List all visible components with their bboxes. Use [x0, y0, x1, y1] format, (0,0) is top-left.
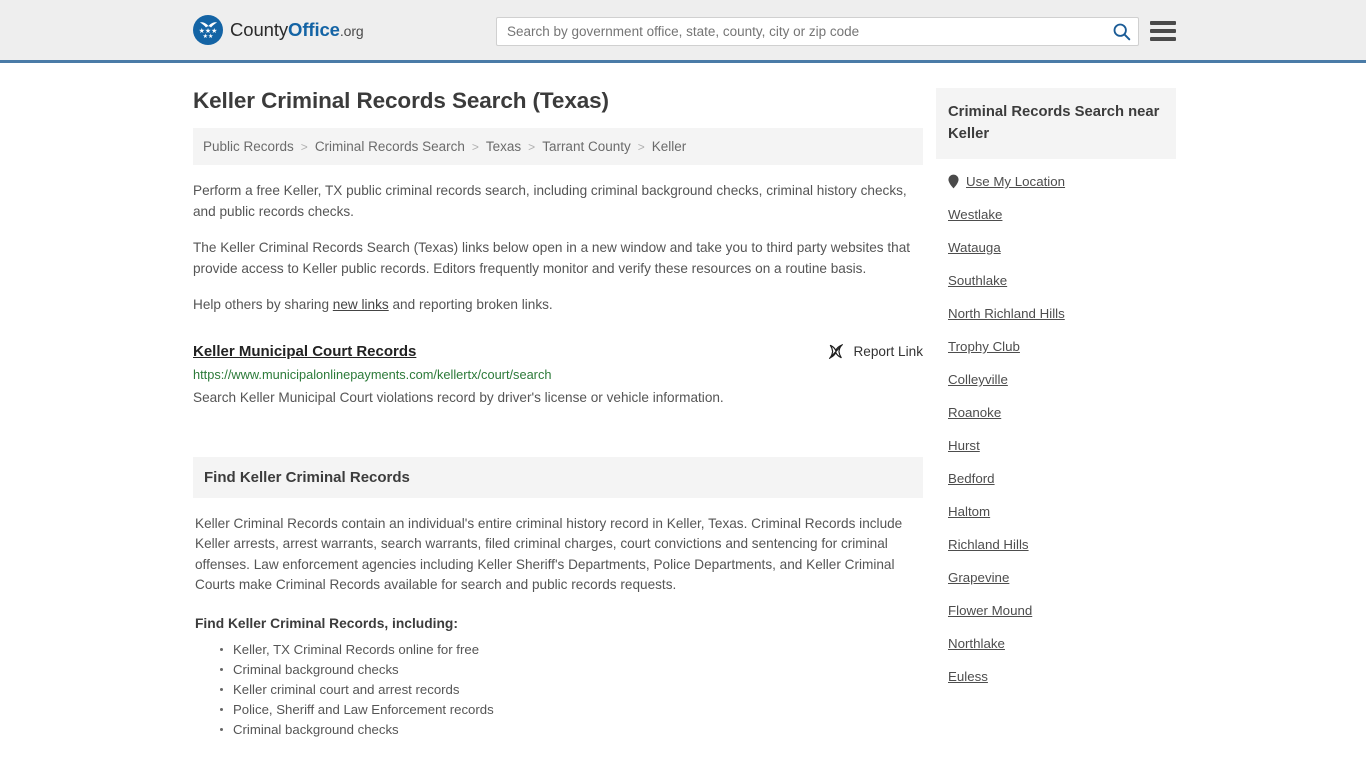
sidebar-item-hurst[interactable]: Hurst	[936, 429, 1176, 462]
sidebar-link[interactable]: Trophy Club	[948, 339, 1020, 354]
new-links-link[interactable]: new links	[333, 297, 389, 312]
breadcrumb-item-criminal-records-search[interactable]: Criminal Records Search	[315, 139, 465, 154]
sidebar-item-euless[interactable]: Euless	[936, 660, 1176, 693]
sidebar-item-southlake[interactable]: Southlake	[936, 264, 1176, 297]
site-header: ★★★ ★★ CountyOffice.org	[0, 0, 1366, 63]
list-item: Criminal background checks	[220, 720, 921, 740]
report-link-button[interactable]: Report Link	[828, 343, 923, 360]
brand-suffix: .org	[339, 23, 364, 39]
breadcrumb-item-keller: Keller	[651, 139, 687, 154]
sidebar: Criminal Records Search near Keller Use …	[936, 63, 1176, 740]
use-my-location-link[interactable]: Use My Location	[966, 174, 1065, 189]
sidebar-link[interactable]: Haltom	[948, 504, 990, 519]
result-title-link[interactable]: Keller Municipal Court Records	[193, 343, 416, 360]
hamburger-bar	[1150, 29, 1176, 33]
sidebar-link[interactable]: Hurst	[948, 438, 980, 453]
breadcrumb-separator-icon: >	[528, 139, 536, 154]
breadcrumb-item-texas[interactable]: Texas	[486, 139, 521, 154]
hamburger-menu-icon[interactable]	[1150, 20, 1176, 42]
sidebar-item-roanoke[interactable]: Roanoke	[936, 396, 1176, 429]
find-records-section: Find Keller Criminal Records Keller Crim…	[193, 456, 923, 740]
list-item: Criminal background checks	[220, 660, 921, 680]
breadcrumb-separator-icon: >	[300, 139, 308, 154]
page-title: Keller Criminal Records Search (Texas)	[193, 88, 609, 113]
site-search[interactable]	[496, 17, 1139, 46]
report-link-label: Report Link	[853, 343, 923, 359]
breadcrumb-separator-icon: >	[637, 139, 645, 154]
county-office-emblem-icon: ★★★ ★★	[193, 15, 223, 45]
section-heading: Find Keller Criminal Records	[193, 456, 923, 498]
breadcrumb: Public Records > Criminal Records Search…	[193, 128, 923, 165]
sidebar-link[interactable]: Grapevine	[948, 570, 1009, 585]
page-container: Keller Criminal Records Search (Texas) P…	[0, 63, 1366, 740]
hamburger-bar	[1150, 37, 1176, 41]
section-subheading: Find Keller Criminal Records, including:	[195, 615, 458, 631]
sidebar-link[interactable]: Roanoke	[948, 405, 1001, 420]
sidebar-link[interactable]: Southlake	[948, 273, 1007, 288]
brand-wordmark: CountyOffice.org	[230, 19, 364, 41]
sidebar-item-haltom[interactable]: Haltom	[936, 495, 1176, 528]
sidebar-link[interactable]: North Richland Hills	[948, 306, 1065, 321]
map-pin-icon	[948, 174, 959, 189]
share-line-prefix: Help others by sharing	[193, 297, 333, 312]
sidebar-item-bedford[interactable]: Bedford	[936, 462, 1176, 495]
main-content: Keller Criminal Records Search (Texas) P…	[193, 63, 923, 740]
breadcrumb-item-tarrant-county[interactable]: Tarrant County	[542, 139, 631, 154]
sidebar-link[interactable]: Euless	[948, 669, 988, 684]
emblem-stars-row-2: ★★	[202, 34, 214, 40]
result-item: Keller Municipal Court Records Report Li…	[193, 343, 923, 407]
share-line: Help others by sharing new links and rep…	[193, 295, 923, 316]
breadcrumb-item-public-records[interactable]: Public Records	[203, 139, 294, 154]
hamburger-bar	[1150, 21, 1176, 25]
sidebar-item-use-my-location[interactable]: Use My Location	[936, 165, 1176, 198]
site-logo[interactable]: ★★★ ★★ CountyOffice.org	[193, 15, 364, 45]
sidebar-item-trophy-club[interactable]: Trophy Club	[936, 330, 1176, 363]
brand-part-1: County	[230, 19, 289, 40]
sidebar-link[interactable]: Bedford	[948, 471, 995, 486]
list-item: Keller, TX Criminal Records online for f…	[220, 640, 921, 660]
sidebar-item-north-richland-hills[interactable]: North Richland Hills	[936, 297, 1176, 330]
sidebar-item-watauga[interactable]: Watauga	[936, 231, 1176, 264]
breadcrumb-separator-icon: >	[471, 139, 479, 154]
sidebar-nearby-list: Use My Location Westlake Watauga Southla…	[936, 165, 1176, 693]
list-item: Police, Sheriff and Law Enforcement reco…	[220, 700, 921, 720]
sidebar-heading: Criminal Records Search near Keller	[936, 88, 1176, 159]
result-url: https://www.municipalonlinepayments.com/…	[193, 366, 552, 382]
sidebar-link[interactable]: Watauga	[948, 240, 1001, 255]
brand-part-2: Office	[288, 19, 340, 40]
sidebar-link[interactable]: Colleyville	[948, 372, 1008, 387]
sidebar-item-northlake[interactable]: Northlake	[936, 627, 1176, 660]
section-paragraph: Keller Criminal Records contain an indiv…	[195, 515, 903, 593]
broken-link-icon	[829, 343, 844, 359]
result-description: Search Keller Municipal Court violations…	[193, 389, 724, 405]
list-item: Keller criminal court and arrest records	[220, 680, 921, 700]
search-icon	[1113, 23, 1130, 41]
intro-paragraph-1: Perform a free Keller, TX public crimina…	[193, 183, 907, 219]
sidebar-link[interactable]: Northlake	[948, 636, 1005, 651]
search-input[interactable]	[497, 18, 1104, 45]
sidebar-item-westlake[interactable]: Westlake	[936, 198, 1176, 231]
records-bullet-list: Keller, TX Criminal Records online for f…	[195, 640, 921, 740]
sidebar-link[interactable]: Westlake	[948, 207, 1002, 222]
intro-paragraph-2: The Keller Criminal Records Search (Texa…	[193, 240, 911, 276]
sidebar-item-flower-mound[interactable]: Flower Mound	[936, 594, 1176, 627]
sidebar-item-colleyville[interactable]: Colleyville	[936, 363, 1176, 396]
sidebar-link[interactable]: Flower Mound	[948, 603, 1032, 618]
sidebar-item-richland-hills[interactable]: Richland Hills	[936, 528, 1176, 561]
sidebar-item-grapevine[interactable]: Grapevine	[936, 561, 1176, 594]
sidebar-link[interactable]: Richland Hills	[948, 537, 1029, 552]
search-button[interactable]	[1104, 18, 1138, 45]
share-line-suffix: and reporting broken links.	[388, 297, 553, 312]
